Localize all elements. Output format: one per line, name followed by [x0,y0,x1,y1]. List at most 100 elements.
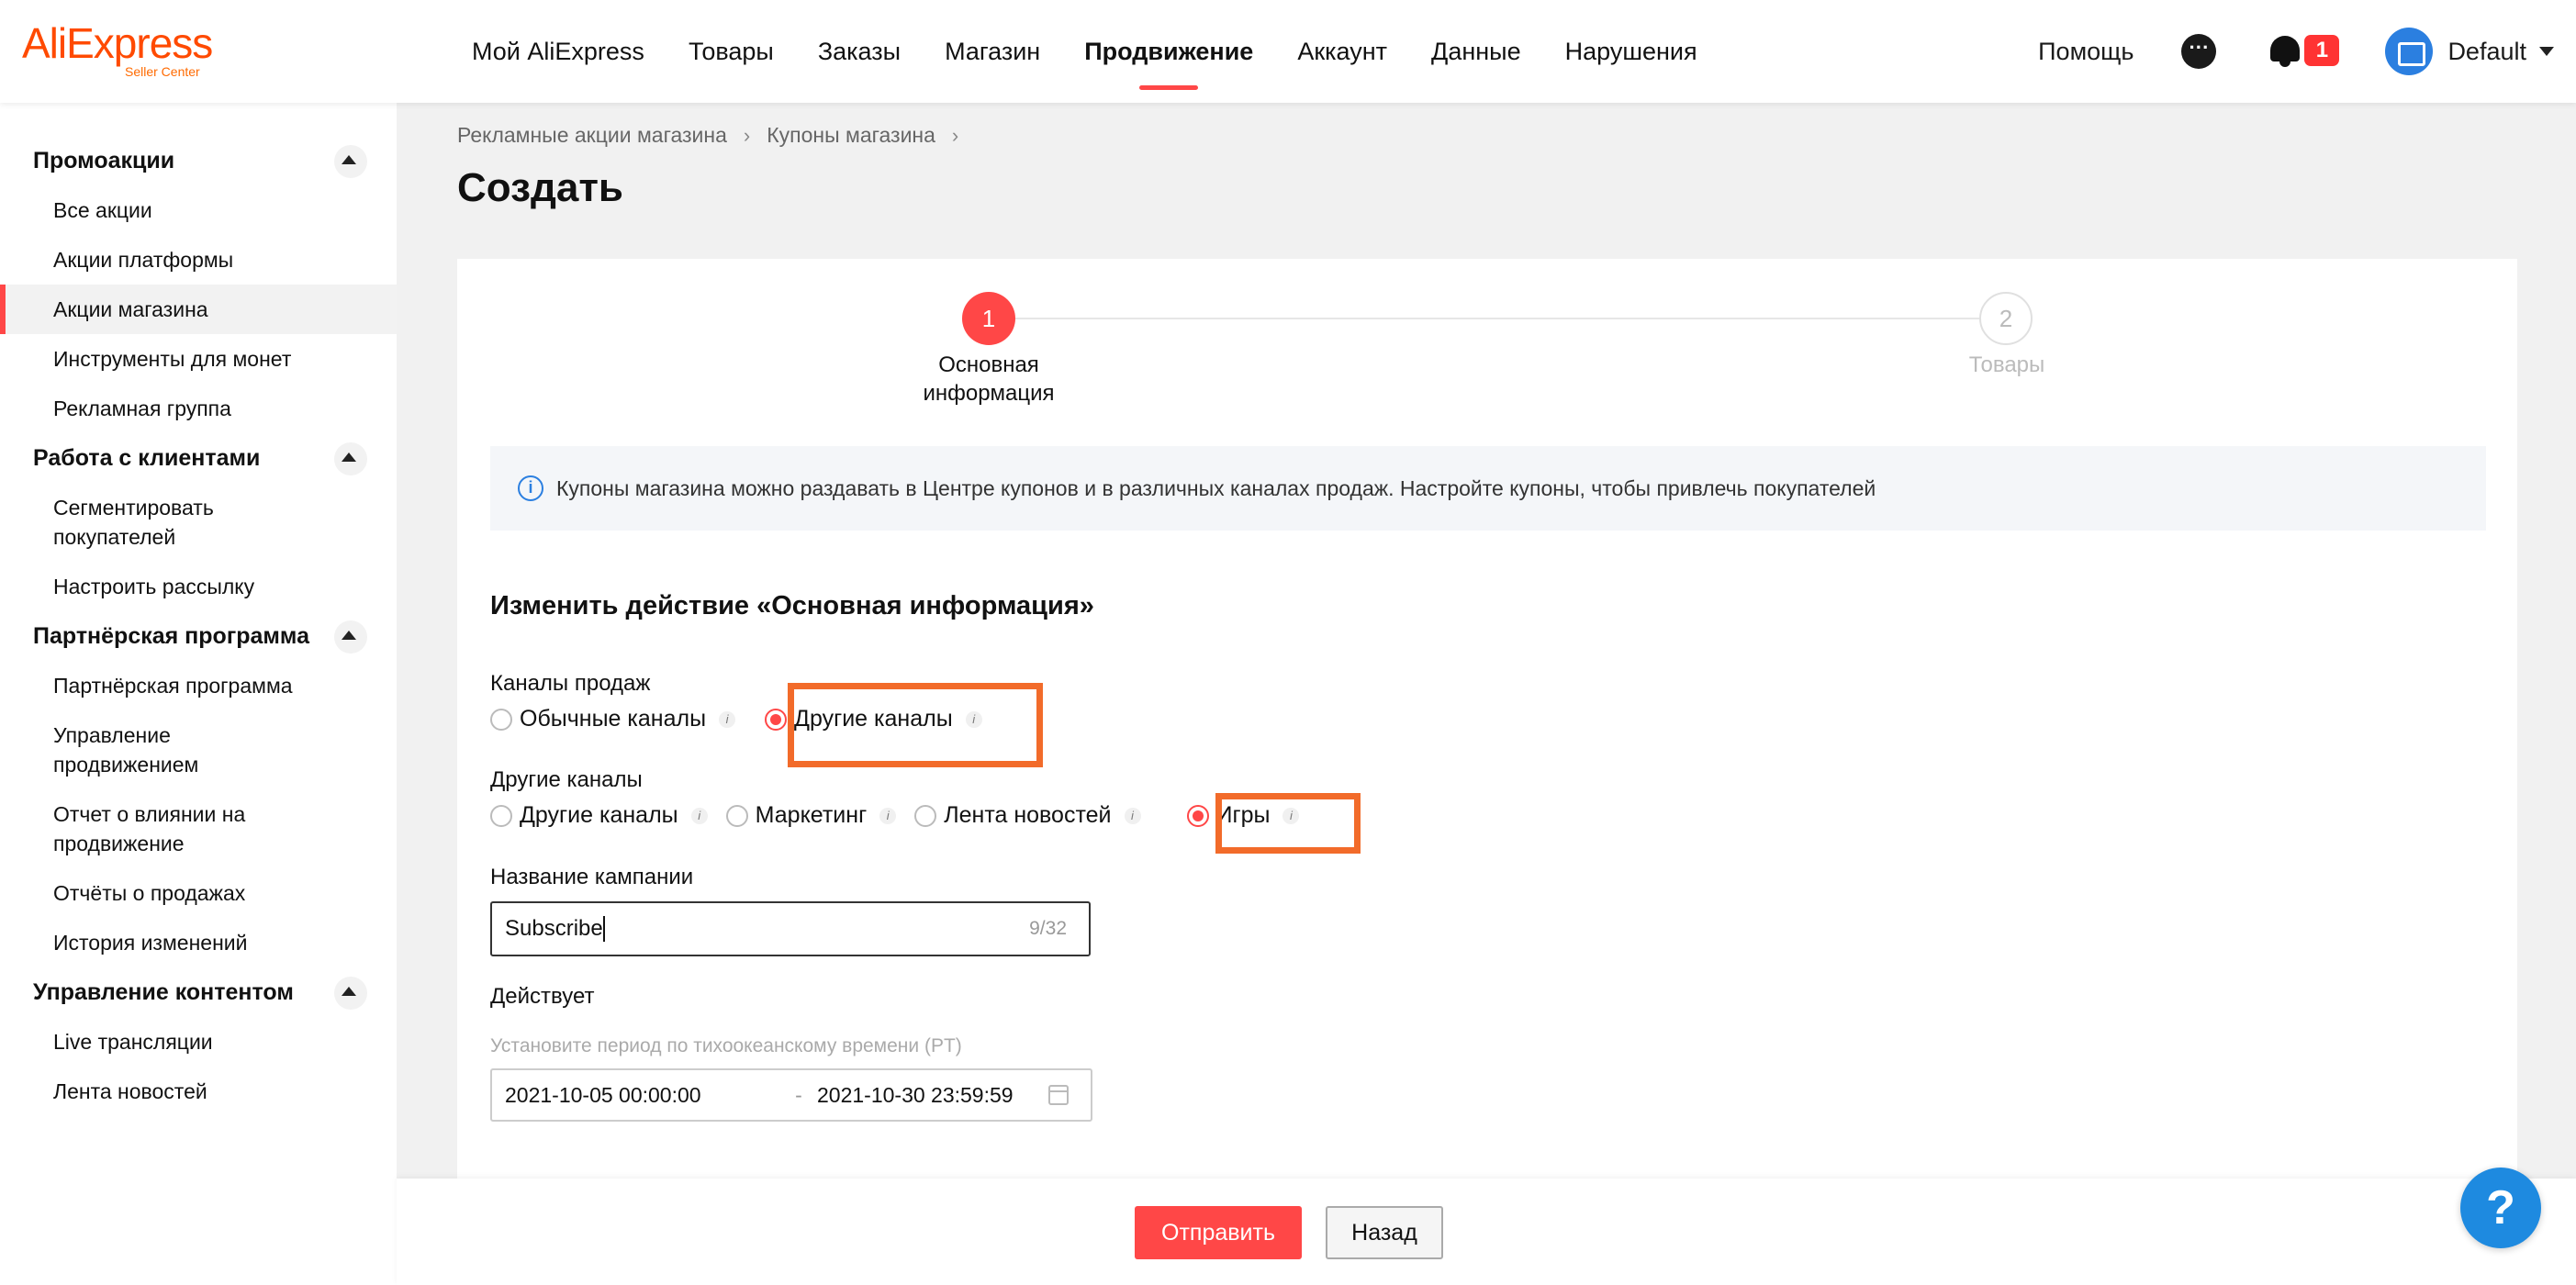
radio-circle[interactable] [490,708,512,731]
step-2-indicator: 2 [1979,292,2033,345]
sidebar-group-customers[interactable]: Работа с клиентами [0,433,397,483]
info-banner: i Купоны магазина можно раздавать в Цент… [490,446,2486,531]
date-range-picker[interactable]: 2021-10-05 00:00:00 - 2021-10-30 23:59:5… [490,1068,1092,1122]
date-end[interactable]: 2021-10-30 23:59:59 [817,1083,1047,1108]
info-icon[interactable]: i [879,807,897,824]
info-icon[interactable]: i [719,710,736,728]
sidebar-item-all-promotions[interactable]: Все акции [0,185,397,235]
sidebar-group-label: Партнёрская программа [33,623,309,649]
chevron-down-icon[interactable] [2539,47,2554,56]
logo-text: AliExpress [22,19,213,67]
nav-data[interactable]: Данные [1431,0,1521,103]
sidebar-item-mailing[interactable]: Настроить рассылку [0,562,397,611]
radio-marketing[interactable]: Маркетинг i [725,802,897,829]
help-question-icon[interactable]: ? [2460,1168,2541,1248]
valid-period-hint: Установите период по тихоокеанскому врем… [490,1035,962,1056]
char-counter: 9/32 [1029,918,1067,939]
submit-button[interactable]: Отправить [1135,1206,1302,1259]
radio-label: Маркетинг [755,802,868,828]
header-tools: Помощь ··· 1 Default [2038,0,2554,103]
info-icon: i [518,475,543,501]
sales-channels-label: Каналы продаж [490,671,651,696]
chevron-up-icon[interactable] [342,987,356,996]
date-start[interactable]: 2021-10-05 00:00:00 [505,1083,780,1108]
radio-circle-selected[interactable] [765,708,788,731]
nav-orders[interactable]: Заказы [818,0,901,103]
info-icon[interactable]: i [1124,807,1141,824]
bell-body [2270,36,2301,61]
nav-promotion[interactable]: Продвижение [1084,0,1253,103]
chevron-right-icon: › [743,123,751,147]
date-separator: - [795,1082,802,1107]
sidebar-item-live[interactable]: Live трансляции [0,1017,397,1067]
action-footer: Отправить Назад [397,1179,2576,1285]
text-cursor [602,916,605,942]
back-button[interactable]: Назад [1326,1206,1443,1259]
help-link[interactable]: Помощь [2038,38,2134,66]
breadcrumb-store-coupons[interactable]: Купоны магазина [767,123,935,148]
nav-my-aliexpress[interactable]: Мой AliExpress [472,0,644,103]
notification-bell-icon[interactable]: 1 [2268,33,2340,70]
chevron-up-icon[interactable] [342,631,356,640]
radio-circle-selected[interactable] [1186,804,1209,827]
stepper: 1 Основная информация 2 Товары [457,259,2517,442]
highlight-box-other-channels [788,683,1043,767]
aliexpress-logo[interactable]: AliExpress Seller Center [22,19,213,79]
step-connector [1014,318,1983,319]
radio-news-feed[interactable]: Лента новостей i [914,802,1141,829]
radio-label: Лента новостей [944,802,1112,828]
sidebar: Промоакции Все акции Акции платформы Акц… [0,103,397,1285]
section-title: Изменить действие «Основная информация» [490,591,1094,620]
step-1-indicator: 1 [962,292,1015,345]
chevron-up-icon[interactable] [342,155,356,164]
radio-circle[interactable] [914,804,937,827]
sidebar-group-promotions[interactable]: Промоакции [0,136,397,185]
logo-subtitle: Seller Center [125,64,200,79]
other-channels-group: Другие каналы i Маркетинг i Лента новост… [490,802,1317,829]
info-icon[interactable]: i [690,807,708,824]
chevron-right-icon: › [951,123,959,147]
sidebar-item-store-promotions[interactable]: Акции магазина [0,285,397,334]
sidebar-item-sales-reports[interactable]: Отчёты о продажах [0,868,397,918]
sidebar-item-promotion-management[interactable]: Управление продвижением [0,710,275,789]
chevron-up-icon[interactable] [342,453,356,462]
page-title: Создать [457,165,623,210]
info-banner-text: Купоны магазина можно раздавать в Центре… [556,475,1876,500]
account-name[interactable]: Default [2447,38,2526,66]
nav-account[interactable]: Аккаунт [1297,0,1387,103]
sidebar-group-label: Управление контентом [33,979,294,1005]
sidebar-item-change-history[interactable]: История изменений [0,918,397,967]
breadcrumb-store-promotions[interactable]: Рекламные акции магазина [457,123,727,148]
sidebar-group-label: Промоакции [33,148,175,173]
nav-products[interactable]: Товары [689,0,774,103]
sidebar-item-affiliate-program[interactable]: Партнёрская программа [0,661,397,710]
sidebar-item-ad-group[interactable]: Рекламная группа [0,384,397,433]
form-card: 1 Основная информация 2 Товары i Купоны … [457,259,2517,1285]
step-2-label: Товары [1968,352,2045,377]
chat-icon[interactable]: ··· [2181,34,2217,69]
radio-other[interactable]: Другие каналы i [490,802,708,829]
store-avatar-icon[interactable] [2385,28,2434,75]
nav-violations[interactable]: Нарушения [1565,0,1697,103]
sidebar-item-segment-buyers[interactable]: Сегментировать покупателей [0,483,303,562]
radio-label: Другие каналы [520,802,678,828]
nav-store[interactable]: Магазин [945,0,1040,103]
campaign-name-value: Subscribe [505,916,603,941]
highlight-box-games [1215,793,1361,854]
calendar-icon[interactable] [1048,1085,1069,1105]
radio-circle[interactable] [490,804,512,827]
sidebar-item-coin-tools[interactable]: Инструменты для монет [0,334,397,384]
radio-regular-channels[interactable]: Обычные каналы i [490,706,736,732]
other-channels-label: Другие каналы [490,767,643,792]
bell-clapper [2279,61,2291,67]
sidebar-group-content[interactable]: Управление контентом [0,967,397,1017]
main-content: Рекламные акции магазина › Купоны магази… [397,103,2576,1285]
sidebar-item-platform-promotions[interactable]: Акции платформы [0,235,397,285]
sidebar-item-impact-report[interactable]: Отчет о влиянии на продвижение [0,789,303,868]
campaign-name-input[interactable]: Subscribe 9/32 [490,901,1091,956]
main-nav: Мой AliExpress Товары Заказы Магазин Про… [472,0,1697,103]
radio-circle[interactable] [725,804,748,827]
sidebar-group-affiliate[interactable]: Партнёрская программа [0,611,397,661]
sidebar-item-news-feed[interactable]: Лента новостей [0,1067,397,1116]
valid-period-label: Действует [490,984,595,1009]
